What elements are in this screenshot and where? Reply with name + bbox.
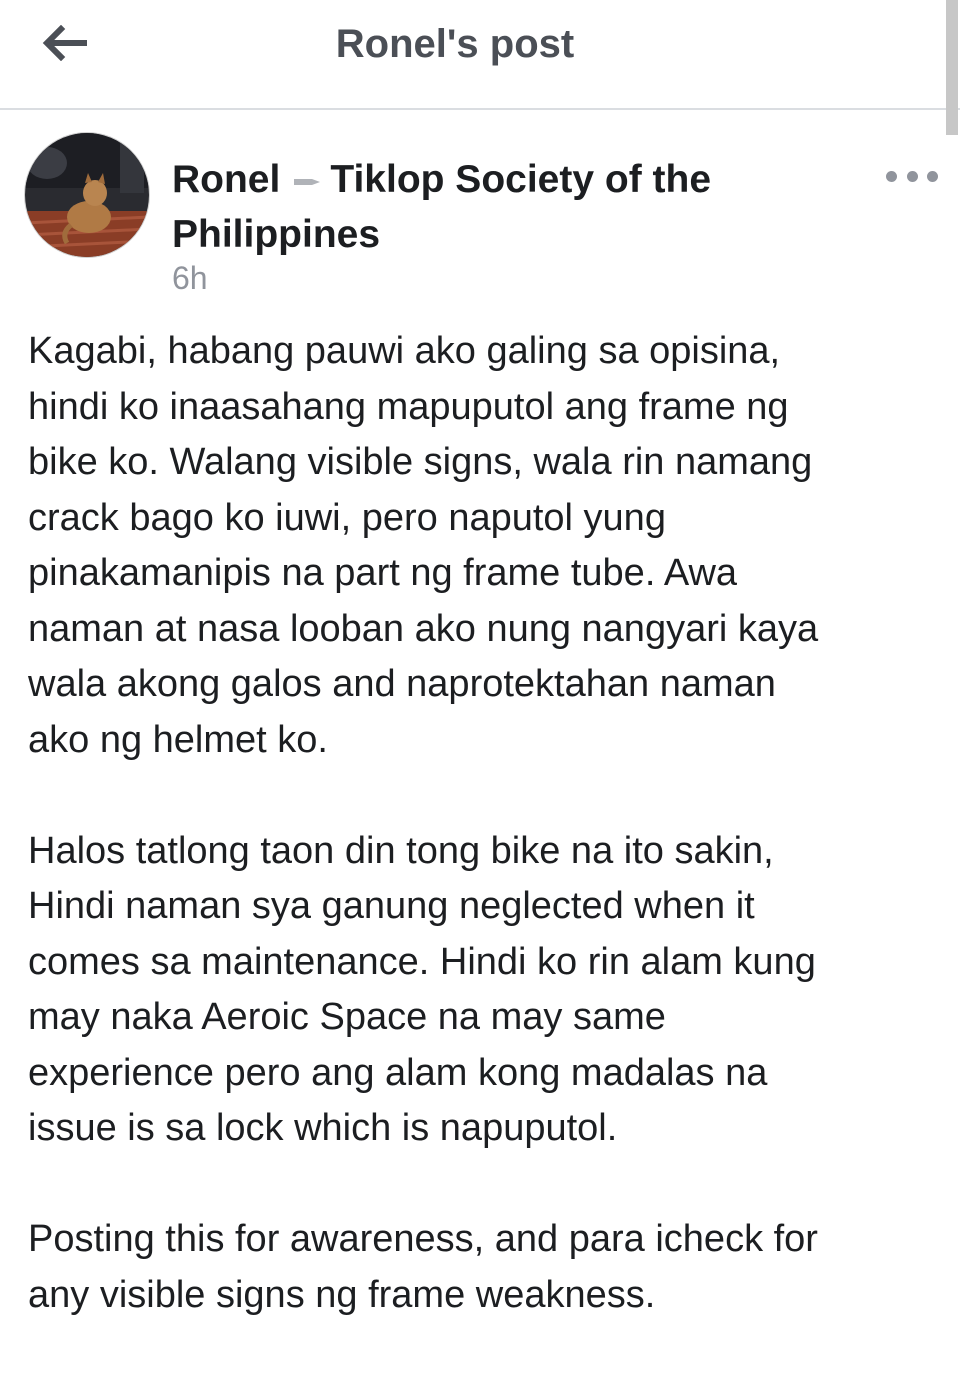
post-paragraph-3: Posting this for awareness, and para ich…: [28, 1218, 818, 1316]
post-body: Kagabi, habang pauwi ako galing sa opisi…: [28, 324, 938, 1379]
more-options-icon: [886, 170, 897, 182]
avatar[interactable]: [24, 132, 150, 258]
avatar-image: [25, 133, 149, 257]
post-paragraph-2: Halos tatlong taon din tong bike na ito …: [28, 829, 816, 1150]
author-name[interactable]: Ronel: [172, 158, 280, 201]
top-bar: Ronel's post: [0, 0, 960, 110]
post-header: Ronel Tiklop Society of the Philippines 6…: [0, 110, 960, 310]
more-options-button[interactable]: [886, 162, 938, 190]
triangle-right-icon: [294, 178, 321, 185]
post-paragraph-1: Kagabi, habang pauwi ako galing sa opisi…: [28, 330, 819, 761]
post-timestamp[interactable]: 6h: [172, 260, 208, 297]
page-title: Ronel's post: [335, 22, 575, 66]
post-author-line: Ronel Tiklop Society of the Philippines: [172, 152, 812, 262]
